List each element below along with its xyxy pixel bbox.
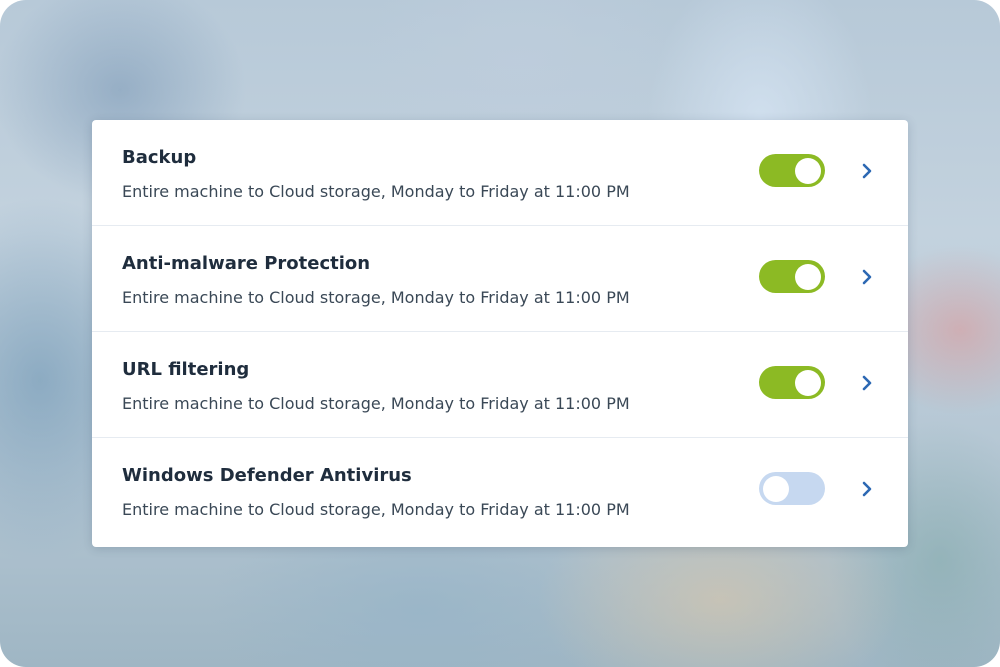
toggle-knob: [795, 157, 821, 184]
protection-settings-card: Backup Entire machine to Cloud storage, …: [92, 120, 908, 547]
setting-row-url-filtering[interactable]: URL filtering Entire machine to Cloud st…: [92, 332, 908, 438]
windows-defender-toggle[interactable]: [759, 472, 825, 505]
toggle-knob: [763, 475, 789, 502]
chevron-right-icon[interactable]: [856, 476, 880, 502]
setting-description: Entire machine to Cloud storage, Monday …: [122, 288, 630, 307]
toggle-knob: [795, 369, 821, 396]
setting-title: Windows Defender Antivirus: [122, 465, 412, 486]
setting-title: Anti-malware Protection: [122, 253, 371, 274]
anti-malware-toggle[interactable]: [759, 260, 825, 293]
chevron-right-icon[interactable]: [856, 370, 880, 396]
url-filtering-toggle[interactable]: [759, 366, 825, 399]
setting-row-anti-malware-protection[interactable]: Anti-malware Protection Entire machine t…: [92, 226, 908, 332]
setting-row-backup[interactable]: Backup Entire machine to Cloud storage, …: [92, 120, 908, 226]
toggle-knob: [795, 263, 821, 290]
setting-description: Entire machine to Cloud storage, Monday …: [122, 500, 630, 519]
blurred-office-background: Backup Entire machine to Cloud storage, …: [0, 0, 1000, 667]
setting-description: Entire machine to Cloud storage, Monday …: [122, 394, 630, 413]
setting-title: Backup: [122, 147, 197, 168]
chevron-right-icon[interactable]: [856, 158, 880, 184]
setting-title: URL filtering: [122, 359, 250, 380]
setting-row-windows-defender-antivirus[interactable]: Windows Defender Antivirus Entire machin…: [92, 438, 908, 547]
chevron-right-icon[interactable]: [856, 264, 880, 290]
setting-description: Entire machine to Cloud storage, Monday …: [122, 182, 630, 201]
backup-toggle[interactable]: [759, 154, 825, 187]
